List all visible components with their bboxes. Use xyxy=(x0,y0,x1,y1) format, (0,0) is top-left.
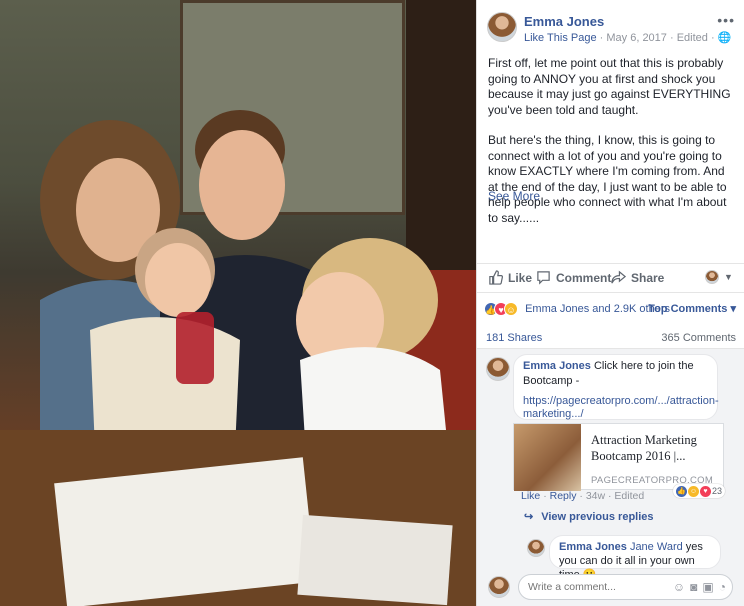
view-previous-label: View previous replies xyxy=(541,511,654,523)
share-label: Share xyxy=(631,270,665,285)
comments-section: Emma Jones Click here to join the Bootca… xyxy=(477,348,744,606)
post-date[interactable]: May 6, 2017 xyxy=(606,32,667,44)
meta-separator: · xyxy=(669,32,677,44)
current-user-avatar xyxy=(488,576,510,598)
comment-bubble-icon xyxy=(537,271,550,285)
thumbs-up-icon xyxy=(489,270,503,285)
post-paragraph: But here's the thing, I know, this is go… xyxy=(488,133,727,225)
comment-reaction-count: 23 xyxy=(712,486,723,496)
meta-separator: · xyxy=(710,32,718,44)
page-avatar xyxy=(705,270,719,284)
comment-edited[interactable]: Edited xyxy=(614,490,644,502)
reply-mention[interactable]: Jane Ward xyxy=(630,541,683,553)
photo-coloring-page xyxy=(54,457,316,606)
author-name[interactable]: Emma Jones xyxy=(524,14,604,29)
engagement-counts: 181 Shares 365 Comments xyxy=(486,332,736,344)
camera-icon[interactable]: ◙ xyxy=(690,580,697,594)
comment-input[interactable] xyxy=(528,581,658,593)
share-button[interactable]: Share xyxy=(611,270,664,285)
love-reaction-icon: ♥ xyxy=(700,485,711,497)
commenter-name[interactable]: Emma Jones xyxy=(523,360,591,372)
post-header: Emma Jones Like This Page · May 6, 2017 … xyxy=(487,12,737,46)
post-text: First off, let me point out that this is… xyxy=(488,56,736,241)
reply-author[interactable]: Emma Jones xyxy=(559,541,627,553)
comment-button[interactable]: Comment xyxy=(536,270,611,285)
like-label: Like xyxy=(508,270,533,285)
comment-input-tools: ☺ ◙ ▣ ◔ xyxy=(673,580,726,594)
comment-time[interactable]: 34w xyxy=(586,490,605,502)
reply-arrow-icon: ↪ xyxy=(524,511,534,523)
post-actions-bar: Like Comment Share ▼ xyxy=(477,263,744,293)
like-button[interactable]: Like xyxy=(488,270,532,285)
comment-bubble: Emma Jones Click here to join the Bootca… xyxy=(513,354,719,420)
comment-label: Comment xyxy=(556,270,612,285)
globe-icon: 🌐 xyxy=(717,32,732,44)
like-reaction-icon: 👍 xyxy=(676,485,687,497)
more-options-button[interactable]: ••• xyxy=(717,12,735,28)
emoji-icon[interactable]: ☺ xyxy=(673,580,685,594)
post-photo[interactable] xyxy=(0,0,476,606)
comment-like-link[interactable]: Like xyxy=(521,490,540,502)
sticker-icon[interactable]: ◔ xyxy=(719,580,726,594)
post-side-panel: Emma Jones Like This Page · May 6, 2017 … xyxy=(476,0,744,606)
comment-link[interactable]: https://pagecreatorpro.com/.../attractio… xyxy=(523,395,719,420)
reply-bubble: Emma Jones Jane Ward yes you can do it a… xyxy=(549,535,721,581)
author-avatar[interactable] xyxy=(487,12,517,42)
comments-count[interactable]: 365 Comments xyxy=(661,332,736,344)
haha-reaction-icon[interactable]: ☺ xyxy=(504,302,518,316)
photo-menu-card xyxy=(297,514,453,606)
see-more-link[interactable]: See More xyxy=(488,189,540,203)
view-previous-replies[interactable]: ↪ View previous replies xyxy=(524,510,654,523)
comment-reply-link[interactable]: Reply xyxy=(550,490,577,502)
post-as-selector[interactable]: ▼ xyxy=(705,270,733,284)
top-comments-dropdown[interactable]: Top Comments ▾ xyxy=(648,302,736,315)
wow-reaction-icon: ☺ xyxy=(688,485,699,497)
edited-label[interactable]: Edited xyxy=(677,32,708,44)
commenter-avatar[interactable] xyxy=(486,357,510,381)
gif-icon[interactable]: ▣ xyxy=(702,580,713,594)
reply-avatar[interactable] xyxy=(527,539,545,557)
chevron-down-icon: ▼ xyxy=(724,272,733,282)
link-preview-title: Attraction Marketing Bootcamp 2016 |... xyxy=(591,433,697,463)
post-paragraph: First off, let me point out that this is… xyxy=(488,56,731,117)
comment-meta: Like · Reply · 34w · Edited xyxy=(521,490,644,502)
shares-count[interactable]: 181 Shares xyxy=(486,332,542,344)
share-arrow-icon xyxy=(611,270,626,284)
reactions-row: 👍 ♥ ☺ Emma Jones and 2.9K others Top Comme… xyxy=(484,302,740,318)
comment-input-box[interactable]: ☺ ◙ ▣ ◔ xyxy=(518,574,733,600)
link-preview-card[interactable]: Attraction Marketing Bootcamp 2016 |... … xyxy=(513,423,724,491)
comment-reactions-badge[interactable]: 👍 ☺ ♥ 23 xyxy=(673,484,726,498)
post-meta: Like This Page · May 6, 2017 · Edited · … xyxy=(524,31,731,44)
link-preview-thumbnail xyxy=(514,424,581,491)
like-page-link[interactable]: Like This Page xyxy=(524,32,597,44)
